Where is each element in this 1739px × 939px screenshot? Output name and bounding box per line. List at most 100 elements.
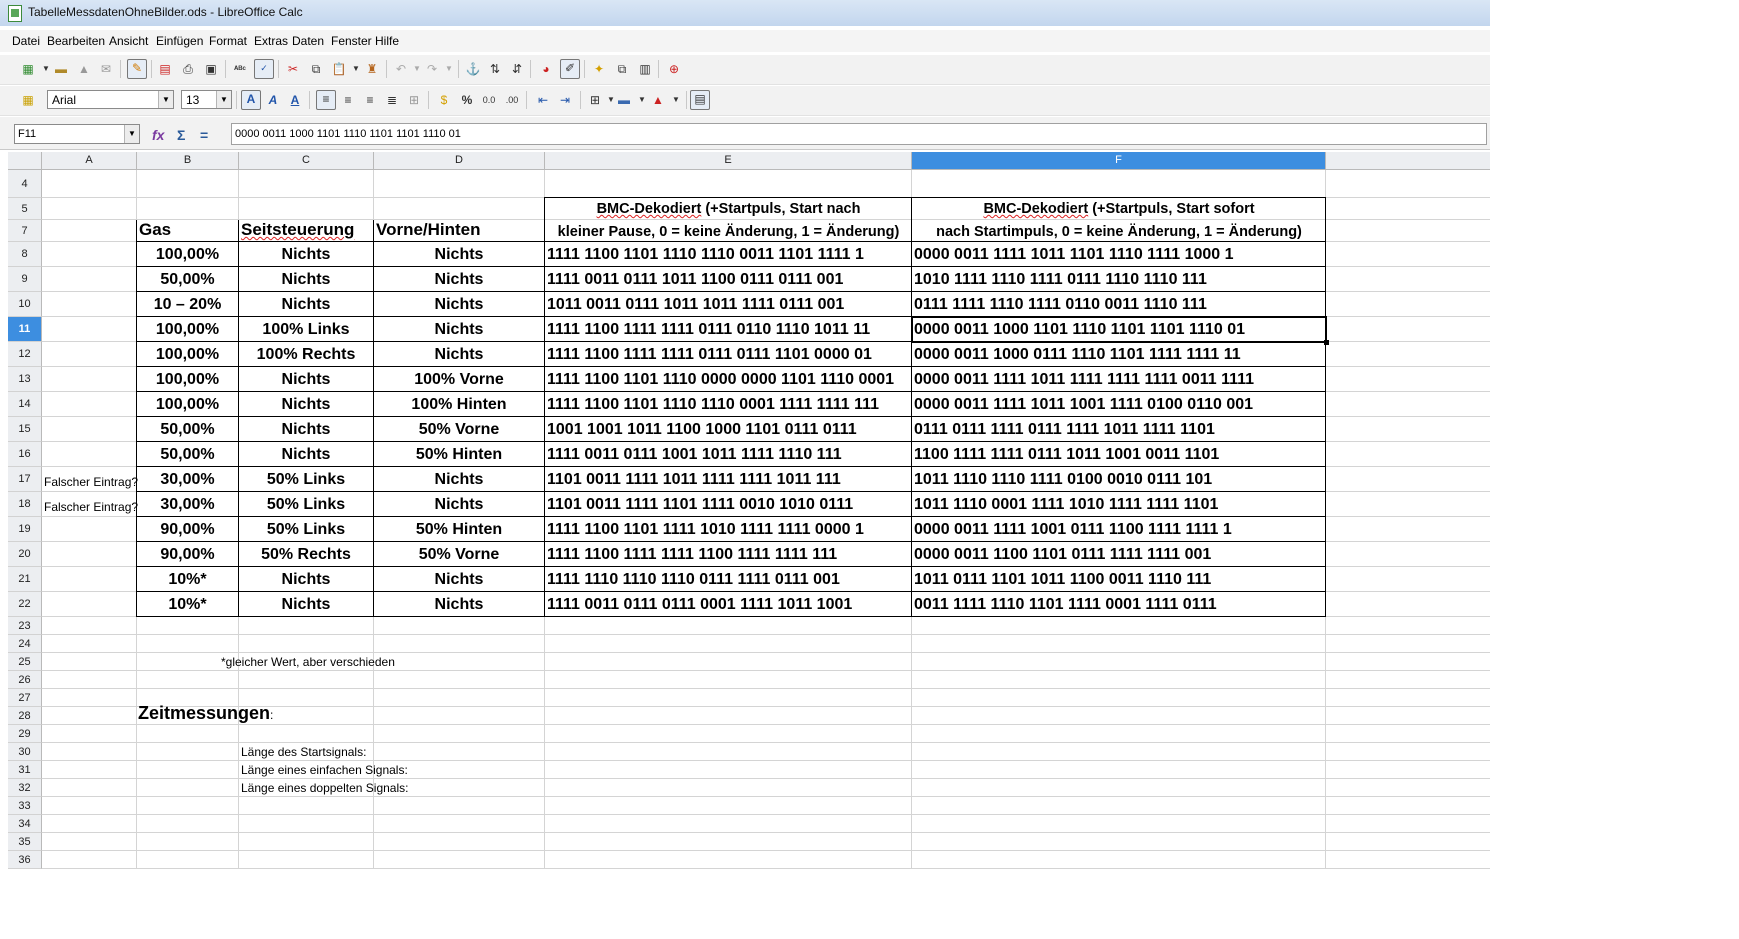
bmc-start-pause-cell[interactable]: 1111 1100 1101 1110 0000 0000 1101 1110 …: [545, 367, 912, 392]
percent-format-icon[interactable]: %: [459, 92, 475, 108]
bmc-start-pause-cell[interactable]: 1111 1100 1101 1110 1110 0001 1111 1111 …: [545, 392, 912, 417]
select-all-corner[interactable]: [8, 152, 42, 170]
datasources-icon[interactable]: ▥: [637, 61, 653, 77]
seitsteuerung-cell[interactable]: 100% Rechts: [239, 342, 374, 367]
new-dropdown-icon[interactable]: ▼: [38, 61, 54, 77]
gas-cell[interactable]: 50,00%: [137, 267, 239, 292]
chevron-down-icon[interactable]: ▼: [216, 91, 231, 108]
row-header-36[interactable]: 36: [8, 851, 42, 869]
row-header-4[interactable]: 4: [8, 170, 42, 198]
seitsteuerung-cell[interactable]: Nichts: [239, 392, 374, 417]
bmc-start-pause-cell[interactable]: 1101 0011 1111 1011 1111 1111 1011 111: [545, 467, 912, 492]
vorne-hinten-cell[interactable]: 50% Vorne: [374, 417, 545, 442]
sum-icon[interactable]: Σ: [177, 127, 185, 143]
row-header-26[interactable]: 26: [8, 671, 42, 689]
gas-cell[interactable]: 90,00%: [137, 517, 239, 542]
row-header-8[interactable]: 8: [8, 242, 42, 267]
italic-icon[interactable]: A: [265, 92, 281, 108]
undo-dropdown-icon[interactable]: ▼: [409, 61, 425, 77]
vorne-hinten-cell[interactable]: Nichts: [374, 292, 545, 317]
menu-bearbeiten[interactable]: Bearbeiten: [47, 34, 105, 48]
seitsteuerung-cell[interactable]: 100% Links: [239, 317, 374, 342]
spellcheck-icon[interactable]: ᴬᴮᶜ: [232, 61, 248, 77]
bmc-start-sofort-cell[interactable]: 1100 1111 1111 0111 1011 1001 0011 1101: [912, 442, 1326, 467]
toggle-grid-icon[interactable]: ▤: [690, 90, 710, 110]
vorne-hinten-cell[interactable]: Nichts: [374, 267, 545, 292]
row-header-18[interactable]: 18: [8, 492, 42, 517]
seitsteuerung-cell[interactable]: Nichts: [239, 567, 374, 592]
row-header-15[interactable]: 15: [8, 417, 42, 442]
name-box[interactable]: F11 ▼: [14, 124, 140, 144]
menu-einfuegen[interactable]: Einfügen: [156, 34, 203, 48]
vorne-hinten-cell[interactable]: Nichts: [374, 242, 545, 267]
seitsteuerung-cell[interactable]: 50% Links: [239, 517, 374, 542]
font-color-icon[interactable]: ▲: [650, 92, 666, 108]
seitsteuerung-cell[interactable]: 50% Links: [239, 492, 374, 517]
gas-cell[interactable]: 10 – 20%: [137, 292, 239, 317]
gas-cell[interactable]: 100,00%: [137, 317, 239, 342]
menu-ansicht[interactable]: Ansicht: [109, 34, 148, 48]
bmc-start-pause-cell[interactable]: 1111 0011 0111 0111 0001 1111 1011 1001: [545, 592, 912, 617]
gas-cell[interactable]: 50,00%: [137, 417, 239, 442]
row-header-23[interactable]: 23: [8, 617, 42, 635]
menu-extras[interactable]: Extras: [254, 34, 288, 48]
seitsteuerung-cell[interactable]: Nichts: [239, 592, 374, 617]
print-icon[interactable]: ⎙: [180, 61, 196, 77]
paste-icon[interactable]: 📋: [331, 61, 347, 77]
font-name-combobox[interactable]: Arial ▼: [47, 90, 174, 109]
gallery-icon[interactable]: ⧉: [614, 61, 630, 77]
vorne-hinten-cell[interactable]: 50% Vorne: [374, 542, 545, 567]
bmc-start-pause-cell[interactable]: 1111 0011 0111 1001 1011 1111 1110 111: [545, 442, 912, 467]
row-header-31[interactable]: 31: [8, 761, 42, 779]
vorne-hinten-cell[interactable]: Nichts: [374, 467, 545, 492]
save-icon[interactable]: ▲: [76, 61, 92, 77]
row-header-32[interactable]: 32: [8, 779, 42, 797]
column-header-d[interactable]: D: [374, 152, 545, 170]
increase-indent-icon[interactable]: ⇥: [557, 92, 573, 108]
bmc-start-pause-cell[interactable]: 1111 1100 1111 1111 0111 0110 1110 1011 …: [545, 317, 912, 342]
hyperlink-icon[interactable]: ⚓: [465, 61, 481, 77]
bmc-start-pause-cell[interactable]: 1111 1100 1111 1111 1100 1111 1111 111: [545, 542, 912, 567]
row-header-24[interactable]: 24: [8, 635, 42, 653]
menu-format[interactable]: Format: [209, 34, 247, 48]
row-header-20[interactable]: 20: [8, 542, 42, 567]
chart-icon[interactable]: ◕: [538, 61, 554, 77]
bmc-start-pause-cell[interactable]: 1111 1100 1111 1111 0111 0111 1101 0000 …: [545, 342, 912, 367]
bmc-start-sofort-cell[interactable]: 1011 1110 0001 1111 1010 1111 1111 1101: [912, 492, 1326, 517]
vorne-hinten-cell[interactable]: Nichts: [374, 342, 545, 367]
gas-cell[interactable]: 10%*: [137, 592, 239, 617]
row-header-21[interactable]: 21: [8, 567, 42, 592]
gas-cell[interactable]: 50,00%: [137, 442, 239, 467]
align-center-icon[interactable]: ≡: [340, 92, 356, 108]
decrease-indent-icon[interactable]: ⇤: [535, 92, 551, 108]
row-header-11[interactable]: 11: [8, 317, 42, 342]
bmc-start-sofort-cell[interactable]: 0000 0011 1111 1011 1101 1110 1111 1000 …: [912, 242, 1326, 267]
autospellcheck-icon[interactable]: ✓: [254, 59, 274, 79]
seitsteuerung-cell[interactable]: Nichts: [239, 292, 374, 317]
column-header-f[interactable]: F: [912, 152, 1326, 170]
justify-icon[interactable]: ≣: [384, 92, 400, 108]
bmc-start-sofort-cell[interactable]: 0011 1111 1110 1101 1111 0001 1111 0111: [912, 592, 1326, 617]
menu-daten[interactable]: Daten: [292, 34, 324, 48]
bmc-start-pause-cell[interactable]: 1111 0011 0111 1011 1100 0111 0111 001: [545, 267, 912, 292]
row-header-22[interactable]: 22: [8, 592, 42, 617]
standard-format-icon[interactable]: 0.0: [481, 92, 497, 108]
font-color-dropdown-icon[interactable]: ▼: [668, 92, 684, 108]
chevron-down-icon[interactable]: ▼: [124, 125, 139, 143]
open-folder-icon[interactable]: ▬: [53, 61, 69, 77]
borders-icon[interactable]: ⊞: [587, 92, 603, 108]
bmc-start-sofort-cell[interactable]: 0000 0011 1000 0111 1110 1101 1111 1111 …: [912, 342, 1326, 367]
bmc-start-sofort-cell[interactable]: 0000 0011 1100 1101 0111 1111 1111 001: [912, 542, 1326, 567]
sort-descending-icon[interactable]: ⇵: [509, 61, 525, 77]
edit-mode-icon[interactable]: ✎: [127, 59, 147, 79]
row-header-28[interactable]: 28: [8, 707, 42, 725]
menu-fenster[interactable]: Fenster: [331, 34, 372, 48]
undo-icon[interactable]: ↶: [393, 61, 409, 77]
align-left-icon[interactable]: ≡: [316, 90, 336, 110]
bold-icon[interactable]: A: [241, 90, 261, 110]
help-lifebuoy-icon[interactable]: ⊕: [666, 61, 682, 77]
bmc-start-pause-cell[interactable]: 1101 0011 1111 1101 1111 0010 1010 0111: [545, 492, 912, 517]
row-header-13[interactable]: 13: [8, 367, 42, 392]
bmc-start-sofort-cell[interactable]: 0000 0011 1000 1101 1110 1101 1101 1110 …: [912, 317, 1326, 342]
bmc-start-sofort-cell[interactable]: 1010 1111 1110 1111 0111 1110 1110 111: [912, 267, 1326, 292]
